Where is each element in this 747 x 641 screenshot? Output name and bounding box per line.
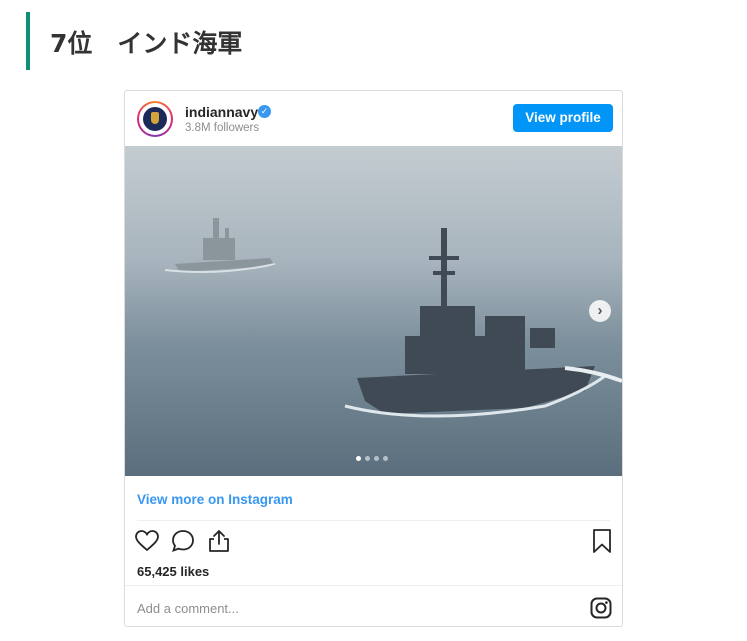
heart-icon[interactable] [134,528,160,554]
likes-count: 65,425 likes [137,564,210,579]
username-link[interactable]: indiannavy [185,104,258,120]
heading-title: 7位 インド海軍 [50,29,243,58]
view-profile-button[interactable]: View profile [513,104,613,132]
heading-accent-bar [26,12,30,70]
divider [125,585,622,586]
carousel-dot [383,456,388,461]
instagram-logo-icon[interactable] [590,597,612,619]
section-heading: 7位 インド海軍 [26,12,626,70]
followers-count: 3.8M followers [185,122,260,134]
divider [137,520,610,521]
carousel-next-button[interactable]: › [589,300,611,322]
comment-icon[interactable] [170,528,196,554]
avatar[interactable] [137,101,173,137]
carousel-dot [365,456,370,461]
post-header: indiannavy ✓ 3.8M followers View profile [125,91,622,146]
add-comment-input[interactable]: Add a comment... [137,601,239,616]
carousel-dot-active [356,456,361,461]
warships-image [125,146,622,476]
verified-badge-icon: ✓ [258,105,271,118]
navy-crest-icon [143,107,167,131]
bookmark-icon[interactable] [589,528,615,554]
view-more-on-instagram-link[interactable]: View more on Instagram [137,492,293,507]
carousel-dot [374,456,379,461]
carousel-indicator [356,456,396,462]
share-icon[interactable] [206,528,232,554]
post-photo[interactable]: › [125,146,622,476]
instagram-embed-card: indiannavy ✓ 3.8M followers View profile [124,90,623,627]
